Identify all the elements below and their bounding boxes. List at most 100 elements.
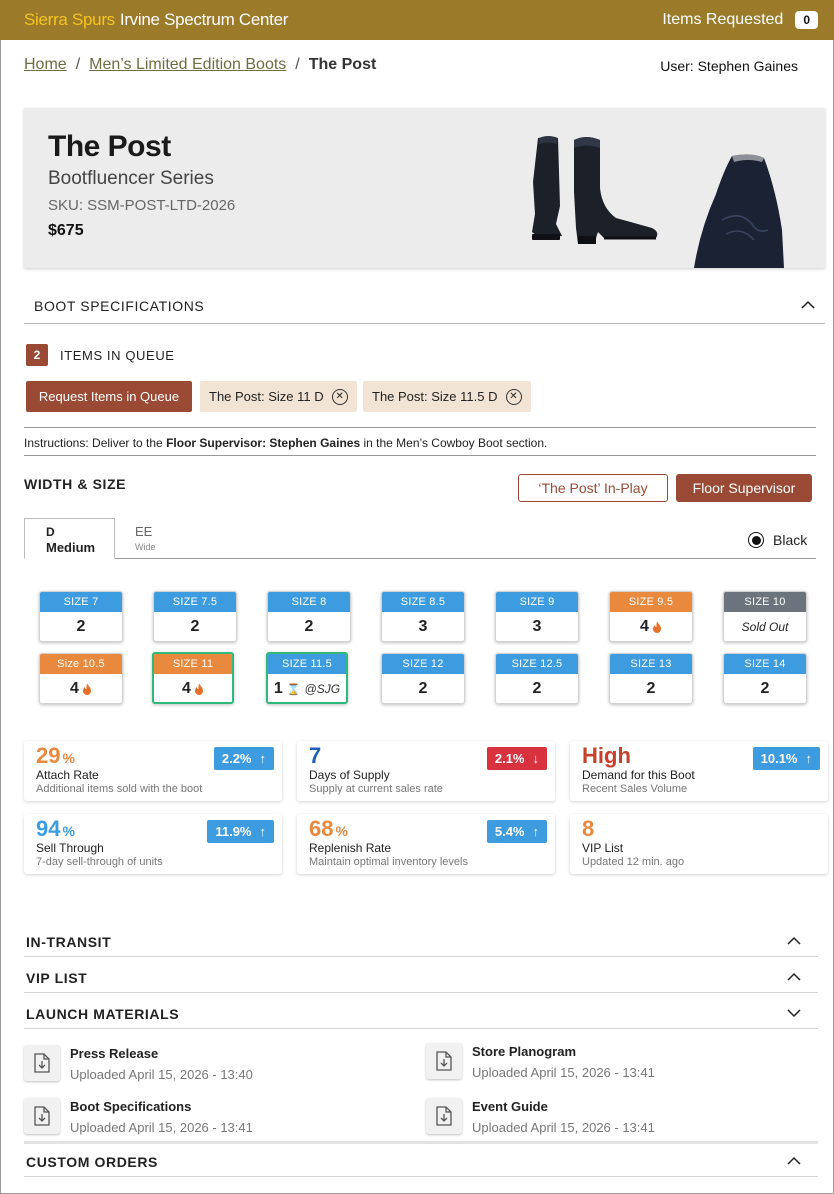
- color-option-black[interactable]: Black: [748, 532, 807, 548]
- radio-selected-icon[interactable]: [748, 532, 764, 548]
- file-uploaded-date: Uploaded April 15, 2026 - 13:40: [70, 1067, 253, 1082]
- file-name: Store Planogram: [472, 1044, 577, 1059]
- size-tile[interactable]: SIZE 8.5 3: [381, 591, 465, 642]
- tab-name: Medium: [46, 540, 96, 555]
- section-launch-materials[interactable]: LAUNCH MATERIALS: [26, 1006, 179, 1022]
- size-stock: 3: [382, 612, 464, 641]
- tab-code: EE: [135, 524, 153, 539]
- reserved-by-tag: @SJG: [304, 682, 341, 696]
- store-brand: Sierra Spurs Irvine Spectrum Center: [24, 10, 288, 30]
- size-tile[interactable]: SIZE 12.5 2: [495, 653, 579, 704]
- size-tile[interactable]: Size 10.5 4: [39, 653, 123, 704]
- size-stock: 2: [382, 674, 464, 703]
- product-series: Bootfluencer Series: [48, 168, 214, 189]
- store-location: Irvine Spectrum Center: [119, 10, 289, 29]
- stock-count: Sold Out: [741, 620, 789, 634]
- metric-value: 8: [582, 816, 594, 842]
- size-label: SIZE 8.5: [382, 592, 464, 612]
- size-stock: 2: [40, 612, 122, 641]
- chevron-up-icon[interactable]: [787, 1154, 801, 1168]
- size-tile[interactable]: SIZE 11.5 1 ⌛ @SJG: [266, 652, 348, 704]
- size-tile[interactable]: SIZE 11 4: [152, 652, 234, 704]
- tabs-divider: [24, 558, 816, 559]
- launch-file[interactable]: Press Release Uploaded April 15, 2026 - 1…: [24, 1045, 253, 1082]
- launch-file[interactable]: Event Guide Uploaded April 15, 2026 - 13:…: [426, 1098, 655, 1135]
- metric-unit: %: [62, 823, 75, 839]
- size-label: SIZE 7: [40, 592, 122, 612]
- launch-file[interactable]: Store Planogram Uploaded April 15, 2026 -…: [426, 1043, 655, 1080]
- metric-number: High: [582, 743, 631, 768]
- file-name: Event Guide: [472, 1099, 548, 1114]
- size-label: SIZE 13: [610, 654, 692, 674]
- size-tile[interactable]: SIZE 14 2: [723, 653, 807, 704]
- file-download-icon[interactable]: [426, 1043, 462, 1079]
- file-info: Event Guide Uploaded April 15, 2026 - 13:…: [472, 1098, 655, 1135]
- file-download-icon[interactable]: [24, 1045, 60, 1081]
- size-label: SIZE 8: [268, 592, 350, 612]
- size-tile[interactable]: SIZE 9 3: [495, 591, 579, 642]
- request-items-button[interactable]: Request Items in Queue: [26, 381, 192, 412]
- breadcrumb-separator: /: [295, 56, 300, 73]
- remove-circle-icon[interactable]: ✕: [505, 388, 522, 405]
- size-tile[interactable]: SIZE 8 2: [267, 591, 351, 642]
- file-download-icon[interactable]: [24, 1098, 60, 1134]
- breadcrumb-category-link[interactable]: Men’s Limited Edition Boots: [89, 56, 286, 74]
- size-label: Size 10.5: [40, 654, 122, 674]
- boot-toe-closeup-image: [694, 154, 784, 268]
- chevron-down-icon[interactable]: [787, 1006, 801, 1020]
- section-boot-specifications[interactable]: BOOT SPECIFICATIONS: [34, 298, 204, 314]
- instructions-prefix: Instructions: Deliver to the: [24, 436, 163, 450]
- items-requested-label: Items Requested: [662, 11, 784, 28]
- file-uploaded-date: Uploaded April 15, 2026 - 13:41: [472, 1065, 655, 1080]
- stock-count: 4: [70, 680, 79, 697]
- stock-count: 1: [273, 680, 283, 697]
- size-tile[interactable]: SIZE 7.5 2: [153, 591, 237, 642]
- launch-file[interactable]: Boot Specifications Uploaded April 15, 20…: [24, 1098, 253, 1135]
- stock-count: 4: [640, 618, 649, 635]
- items-requested-count: 0: [795, 11, 818, 29]
- section-in-transit[interactable]: IN-TRANSIT: [26, 934, 111, 950]
- size-stock: 2: [610, 674, 692, 703]
- chevron-up-icon[interactable]: [787, 970, 801, 984]
- metric-delta-badge: 5.4% ↑: [486, 820, 547, 843]
- chevron-up-icon[interactable]: [801, 298, 815, 312]
- metric-value: 7: [309, 743, 321, 769]
- tab-width-d[interactable]: D Medium: [24, 518, 115, 559]
- brand-name: Sierra Spurs: [24, 10, 115, 29]
- metric-value: 68%: [309, 816, 348, 842]
- chevron-up-icon[interactable]: [787, 934, 801, 948]
- size-tile[interactable]: SIZE 9.5 4: [609, 591, 693, 642]
- breadcrumb-home-link[interactable]: Home: [24, 56, 67, 74]
- items-requested[interactable]: Items Requested 0: [662, 11, 818, 29]
- remove-circle-icon[interactable]: ✕: [331, 388, 348, 405]
- size-tile[interactable]: SIZE 7 2: [39, 591, 123, 642]
- metric-number: 94: [36, 816, 61, 841]
- file-download-icon[interactable]: [426, 1098, 462, 1134]
- metric-description: 7-day sell-through of units: [36, 856, 163, 868]
- arrow-up-icon: ↑: [259, 824, 267, 839]
- product-sku: SKU: SSM-POST-LTD-2026: [48, 197, 236, 214]
- metric-unit: %: [62, 750, 75, 766]
- size-stock: 4: [40, 674, 122, 703]
- metric-delta-badge: 2.2% ↑: [213, 747, 274, 770]
- size-label: SIZE 9.5: [610, 592, 692, 612]
- metric-value: High: [582, 743, 631, 769]
- metric-number: 8: [582, 816, 595, 841]
- tab-width-ee[interactable]: EE Wide: [135, 524, 156, 552]
- size-tile[interactable]: SIZE 10 Sold Out: [723, 591, 807, 642]
- delta-value: 11.9%: [215, 824, 252, 839]
- section-custom-orders[interactable]: CUSTOM ORDERS: [26, 1154, 158, 1170]
- delta-value: 5.4%: [494, 824, 525, 839]
- stock-count: 2: [76, 618, 86, 635]
- arrow-down-icon: ↓: [532, 751, 540, 766]
- section-vip-list[interactable]: VIP LIST: [26, 970, 87, 986]
- metric-description: Supply at current sales rate: [309, 783, 443, 795]
- floor-supervisor-button[interactable]: Floor Supervisor: [676, 474, 812, 502]
- metric-card: 94% Sell Through 7-day sell-through of uni…: [24, 814, 282, 874]
- size-tile[interactable]: SIZE 12 2: [381, 653, 465, 704]
- flame-icon: [194, 683, 203, 695]
- arrow-up-icon: ↑: [532, 824, 540, 839]
- size-tile[interactable]: SIZE 13 2: [609, 653, 693, 704]
- in-play-button[interactable]: ‘The Post’ In-Play: [518, 474, 668, 502]
- product-hero: The Post Bootfluencer Series SKU: SSM-PO…: [24, 108, 825, 268]
